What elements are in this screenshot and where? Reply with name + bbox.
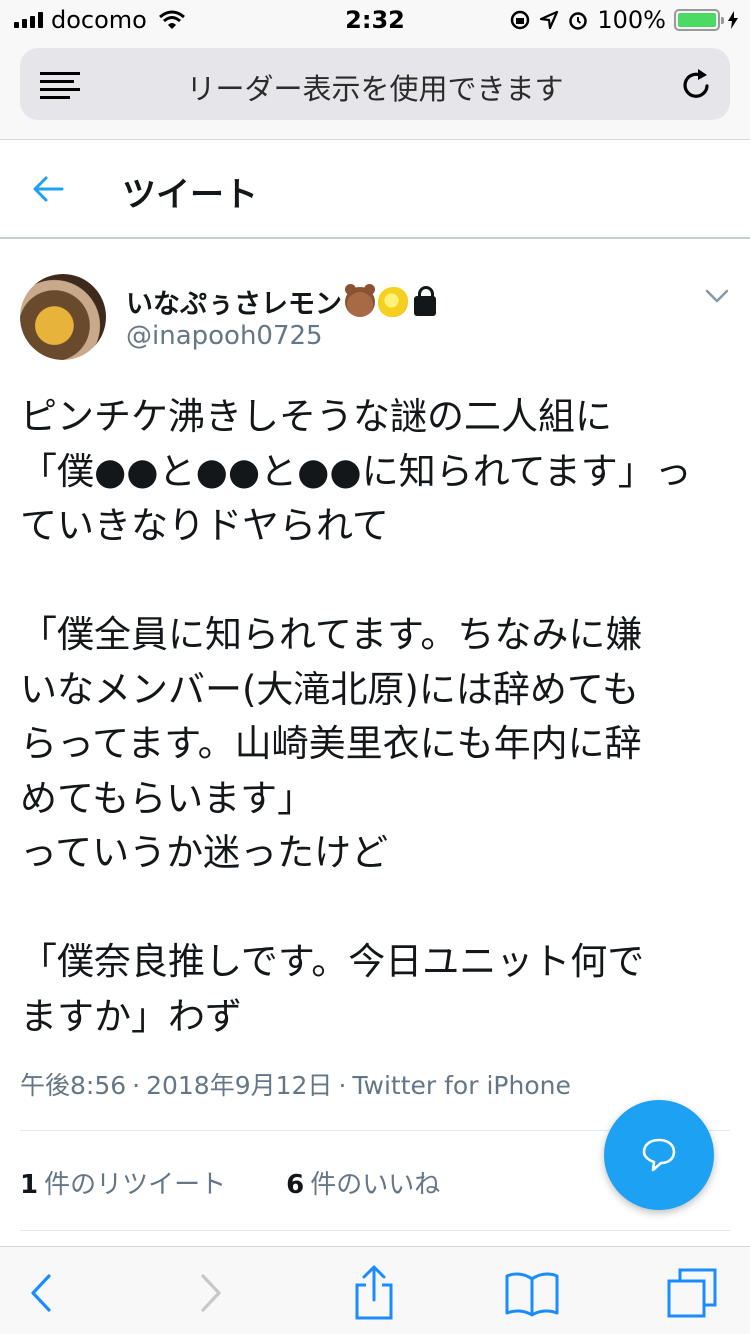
reader-available-message: リーダー表示を使用できます (186, 72, 564, 106)
tweet-line: ピンチケ沸きしそうな謎の二人組に (20, 395, 612, 438)
share-icon (355, 1265, 393, 1320)
chevron-right-icon (201, 1274, 221, 1312)
location-icon (540, 10, 559, 30)
tweet-line-blank (20, 554, 735, 609)
book-icon (505, 1272, 559, 1317)
rotation-lock-icon (511, 10, 530, 30)
tweet-line: 「僕●●と●●と●●に知られてます」っ (20, 449, 692, 493)
tweet-line: ますか」わず (20, 994, 242, 1038)
browser-address-area: リーダー表示を使用できます (0, 40, 750, 140)
page-title: ツイート (122, 175, 258, 215)
tweet-line: 「僕全員に知られてます。ちなみに嫌 (20, 613, 643, 656)
tweet-line: めてもらいます」 (20, 776, 315, 820)
retweet-label: 件のリツイート (44, 1170, 227, 1200)
like-stat[interactable]: 6 件のいいね (286, 1164, 440, 1201)
separator: · (338, 1071, 347, 1100)
divider (20, 1230, 730, 1231)
user-handle[interactable]: @inapooh0725 (126, 321, 323, 351)
display-name[interactable]: いなぷぅさレモン (126, 282, 436, 321)
tweet-line: 「僕奈良推しです。今日ユニット何で (20, 940, 645, 983)
page-header: ツイート (0, 141, 750, 239)
tweet-source[interactable]: Twitter for iPhone (352, 1071, 570, 1100)
tweet-stats: 1 件のリツイート 6 件のいいね (20, 1164, 440, 1201)
status-bar: docomo 2:32 100% (0, 0, 750, 40)
lock-icon (414, 285, 436, 316)
address-bar[interactable]: リーダー表示を使用できます (20, 48, 730, 120)
retweet-stat[interactable]: 1 件のリツイート (20, 1164, 226, 1201)
browser-toolbar (0, 1246, 750, 1334)
reply-button[interactable] (604, 1100, 714, 1210)
speech-bubble-icon (642, 1138, 676, 1172)
tweet-line-blank (20, 881, 735, 936)
tweet-line: らってます。山崎美里衣にも年内に辞 (20, 722, 642, 765)
reload-icon[interactable] (680, 68, 714, 102)
bear-emoji-icon (345, 283, 375, 317)
charging-icon (728, 11, 738, 29)
share-button[interactable] (346, 1265, 402, 1321)
tweet-line: ていきなりドヤられて (20, 504, 389, 547)
tweet-line: っていうか迷ったけど (20, 831, 389, 874)
like-label: 件のいいね (310, 1170, 441, 1200)
back-arrow-icon[interactable] (30, 171, 66, 207)
tabs-icon (667, 1268, 717, 1318)
battery-percent: 100% (597, 6, 666, 34)
display-name-text: いなぷぅさレモン (126, 289, 342, 320)
tweet-timestamp: 午後8:56 · 2018年9月12日 · Twitter for iPhone (20, 1066, 571, 1102)
back-button[interactable] (14, 1265, 70, 1321)
like-count: 6 (286, 1170, 305, 1200)
tweet-date: 2018年9月12日 (146, 1071, 333, 1100)
chevron-left-icon (31, 1274, 51, 1312)
chevron-down-icon[interactable] (704, 286, 730, 306)
separator: · (132, 1071, 141, 1100)
battery-icon (674, 9, 724, 31)
lemon-emoji-icon (378, 286, 408, 317)
tweet-time: 午後8:56 (20, 1071, 127, 1100)
tweet-line: いなメンバー(大滝北原)には辞めても (20, 667, 640, 711)
forward-button[interactable] (182, 1265, 238, 1321)
tabs-button[interactable] (664, 1265, 720, 1321)
alarm-icon (569, 12, 588, 30)
retweet-count: 1 (20, 1170, 39, 1200)
tweet-text: ピンチケ沸きしそうな謎の二人組に 「僕●●と●●と●●に知られてます」っ ていき… (20, 390, 735, 1044)
bookmarks-button[interactable] (504, 1265, 560, 1321)
avatar[interactable] (20, 274, 106, 360)
